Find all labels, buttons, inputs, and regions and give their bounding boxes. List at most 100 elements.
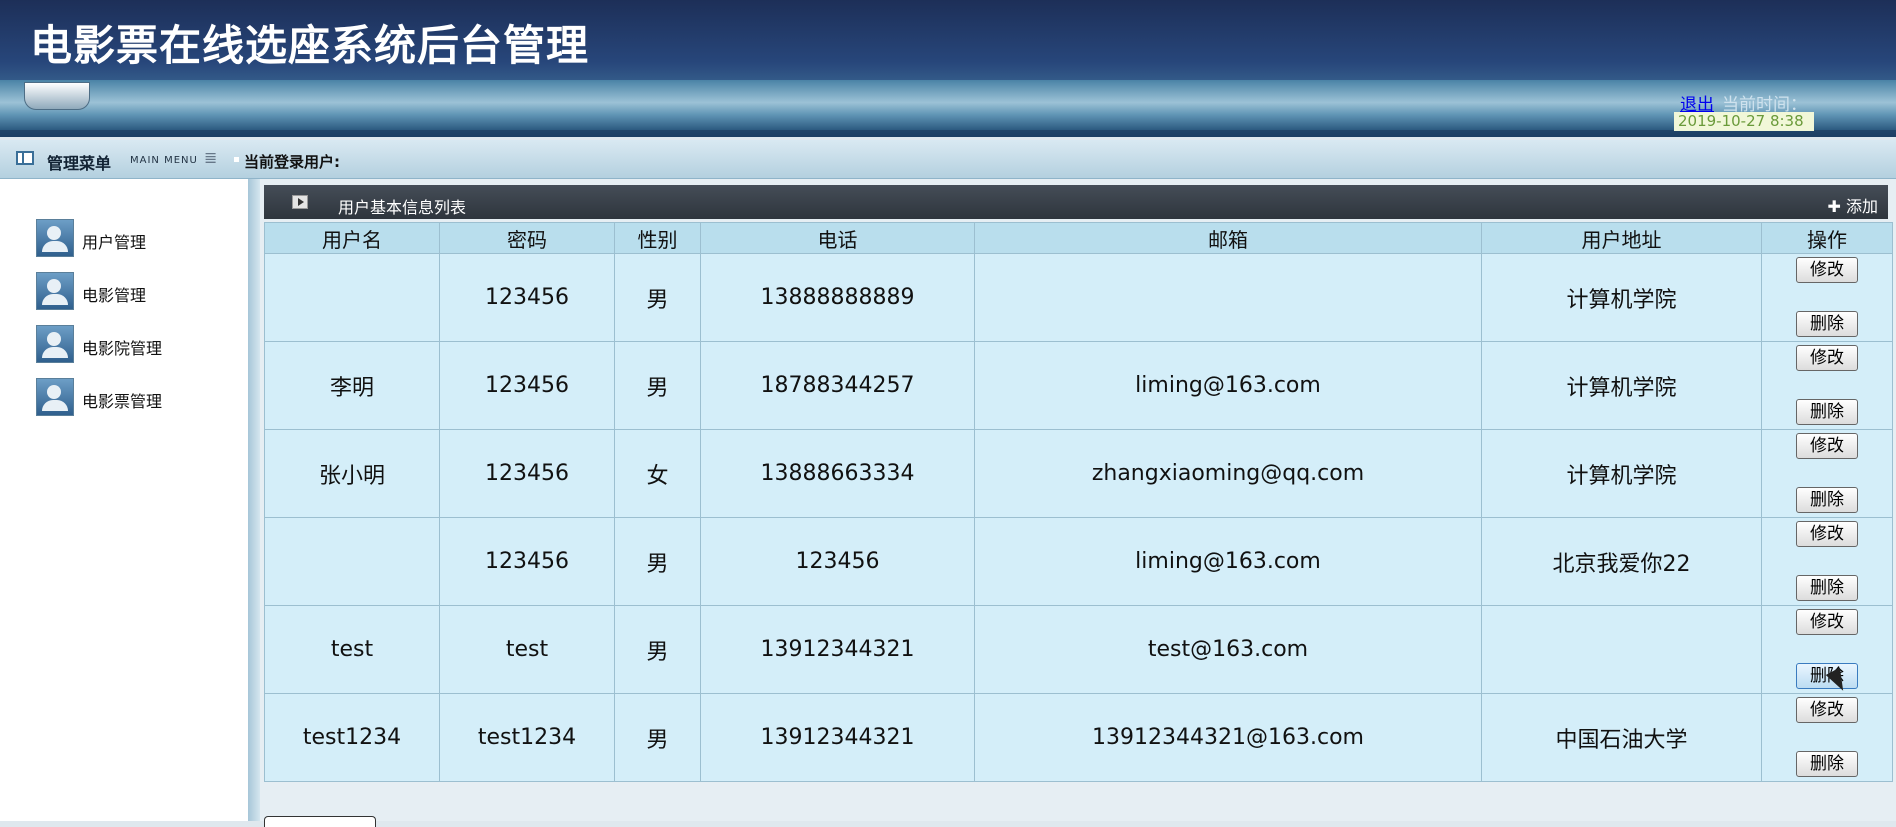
cell-gender: 男	[614, 253, 701, 342]
col-header-phone: 电话	[700, 222, 975, 254]
cell-password: 123456	[439, 253, 615, 342]
delete-button[interactable]: 删除	[1796, 751, 1858, 777]
cell-gender: 男	[614, 517, 701, 606]
user-admin-icon	[36, 272, 74, 310]
cell-actions: 修改 删除	[1761, 341, 1893, 430]
app-header: 电影票在线选座系统后台管理 退出 当前时间： 2019-10-27 8:38	[0, 0, 1896, 137]
cell-actions: 修改 删除	[1761, 429, 1893, 518]
table-header-row: 用户名 密码 性别 电话 邮箱 用户地址 操作	[264, 222, 1893, 254]
play-icon	[292, 195, 308, 209]
plus-icon: ✚	[1827, 197, 1846, 216]
edit-button[interactable]: 修改	[1796, 697, 1858, 723]
cell-email: zhangxiaoming@qq.com	[974, 429, 1482, 518]
cell-phone: 13888888889	[700, 253, 975, 342]
cell-username: 李明	[264, 341, 440, 430]
col-header-email: 邮箱	[974, 222, 1482, 254]
cell-address: 计算机学院	[1481, 341, 1762, 430]
sidebar: 用户管理 电影管理 电影院管理 电影票管理	[0, 179, 248, 821]
cell-gender: 女	[614, 429, 701, 518]
cell-password: 123456	[439, 341, 615, 430]
sidebar-item-label: 电影票管理	[82, 392, 163, 411]
cell-address: 计算机学院	[1481, 253, 1762, 342]
cell-actions: 修改 删除	[1761, 693, 1893, 782]
add-label: 添加	[1845, 197, 1878, 216]
edit-button[interactable]: 修改	[1796, 609, 1858, 635]
user-admin-icon	[36, 378, 74, 416]
menu-bar: 管理菜单 MAIN MENU ≣ 当前登录用户:	[0, 140, 1896, 179]
cell-actions: 修改 删除	[1761, 517, 1893, 606]
edit-button[interactable]: 修改	[1796, 521, 1858, 547]
cell-phone: 13912344321	[700, 693, 975, 782]
panel-title: 用户基本信息列表	[338, 198, 467, 217]
current-time-value: 2019-10-27 8:38	[1674, 112, 1814, 131]
computer-icon	[24, 82, 90, 110]
cell-phone: 18788344257	[700, 341, 975, 430]
cell-password: test	[439, 605, 615, 694]
cell-username: test1234	[264, 693, 440, 782]
col-header-gender: 性别	[614, 222, 701, 254]
cell-actions: 修改 删除	[1761, 253, 1893, 342]
sidebar-divider	[248, 179, 260, 821]
cell-phone: 13888663334	[700, 429, 975, 518]
cell-password: 123456	[439, 429, 615, 518]
sidebar-item-cinema-management[interactable]: 电影院管理	[36, 325, 236, 365]
cell-address: 中国石油大学	[1481, 693, 1762, 782]
delete-button[interactable]: 删除	[1796, 311, 1858, 337]
add-button[interactable]: ✚ 添加	[1827, 193, 1878, 217]
cell-username	[264, 253, 440, 342]
col-header-address: 用户地址	[1481, 222, 1762, 254]
cell-address: 北京我爱你22	[1481, 517, 1762, 606]
user-admin-icon	[36, 219, 74, 257]
edit-button[interactable]: 修改	[1796, 345, 1858, 371]
cell-gender: 男	[614, 693, 701, 782]
table-row: 123456 男 13888888889 计算机学院 修改 删除	[264, 253, 1893, 342]
sidebar-item-label: 用户管理	[82, 233, 147, 252]
cell-address	[1481, 605, 1762, 694]
bottom-button[interactable]	[264, 816, 376, 827]
cell-username: test	[264, 605, 440, 694]
header-stripe	[0, 80, 1896, 130]
cell-email	[974, 253, 1482, 342]
cell-email: liming@163.com	[974, 517, 1482, 606]
delete-button[interactable]: 删除	[1796, 575, 1858, 601]
sidebar-item-label: 电影院管理	[82, 339, 163, 358]
cell-username	[264, 517, 440, 606]
cell-address: 计算机学院	[1481, 429, 1762, 518]
table-row: 李明 123456 男 18788344257 liming@163.com 计…	[264, 341, 1893, 430]
menu-lines-icon: ≣	[204, 148, 218, 167]
edit-button[interactable]: 修改	[1796, 257, 1858, 283]
user-table: 用户名 密码 性别 电话 邮箱 用户地址 操作 123456 男 1388888…	[264, 222, 1893, 782]
panel-header: 用户基本信息列表 ✚ 添加	[264, 185, 1888, 219]
cell-password: test1234	[439, 693, 615, 782]
delete-button[interactable]: 删除	[1796, 663, 1858, 689]
table-row: 张小明 123456 女 13888663334 zhangxiaoming@q…	[264, 429, 1893, 518]
edit-button[interactable]: 修改	[1796, 433, 1858, 459]
table-row: 123456 男 123456 liming@163.com 北京我爱你22 修…	[264, 517, 1893, 606]
table-row: test1234 test1234 男 13912344321 13912344…	[264, 693, 1893, 782]
user-admin-icon	[36, 325, 74, 363]
cell-email: 13912344321@163.com	[974, 693, 1482, 782]
current-user-label: 当前登录用户:	[234, 153, 340, 171]
col-header-password: 密码	[439, 222, 615, 254]
sidebar-item-movie-management[interactable]: 电影管理	[36, 272, 236, 312]
col-header-username: 用户名	[264, 222, 440, 254]
cell-gender: 男	[614, 341, 701, 430]
main-menu-title: 管理菜单	[47, 154, 112, 173]
sidebar-item-user-management[interactable]: 用户管理	[36, 219, 236, 259]
cell-password: 123456	[439, 517, 615, 606]
cell-gender: 男	[614, 605, 701, 694]
table-row: test test 男 13912344321 test@163.com 修改 …	[264, 605, 1893, 694]
cell-actions: 修改 删除	[1761, 605, 1893, 694]
cell-phone: 123456	[700, 517, 975, 606]
app-title: 电影票在线选座系统后台管理	[30, 21, 590, 70]
delete-button[interactable]: 删除	[1796, 487, 1858, 513]
main-menu-subtitle: MAIN MENU	[130, 155, 198, 166]
main-menu-icon	[16, 151, 34, 165]
cell-username: 张小明	[264, 429, 440, 518]
sidebar-item-ticket-management[interactable]: 电影票管理	[36, 378, 236, 418]
delete-button[interactable]: 删除	[1796, 399, 1858, 425]
cell-email: test@163.com	[974, 605, 1482, 694]
cell-email: liming@163.com	[974, 341, 1482, 430]
col-header-actions: 操作	[1761, 222, 1893, 254]
sidebar-item-label: 电影管理	[82, 286, 147, 305]
